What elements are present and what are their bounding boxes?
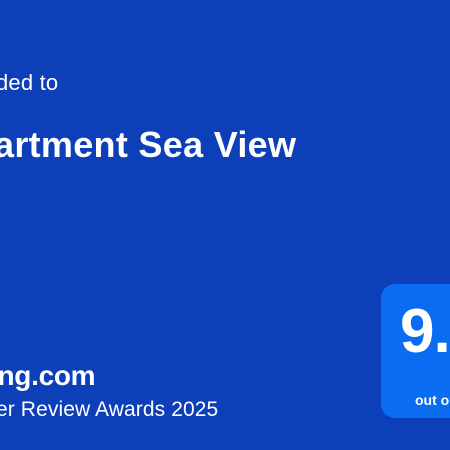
awarded-to-label: ded to [0, 70, 59, 95]
brand-logo-text: ing.com [0, 360, 96, 391]
review-score-badge: 9. out o [381, 284, 450, 418]
property-name: artment Sea View [0, 124, 297, 165]
award-card: ded to artment Sea View ing.com er Revie… [0, 0, 450, 450]
review-score-scale: out o [415, 392, 450, 408]
review-score-value: 9. [400, 297, 450, 366]
award-title: er Review Awards 2025 [0, 398, 219, 421]
